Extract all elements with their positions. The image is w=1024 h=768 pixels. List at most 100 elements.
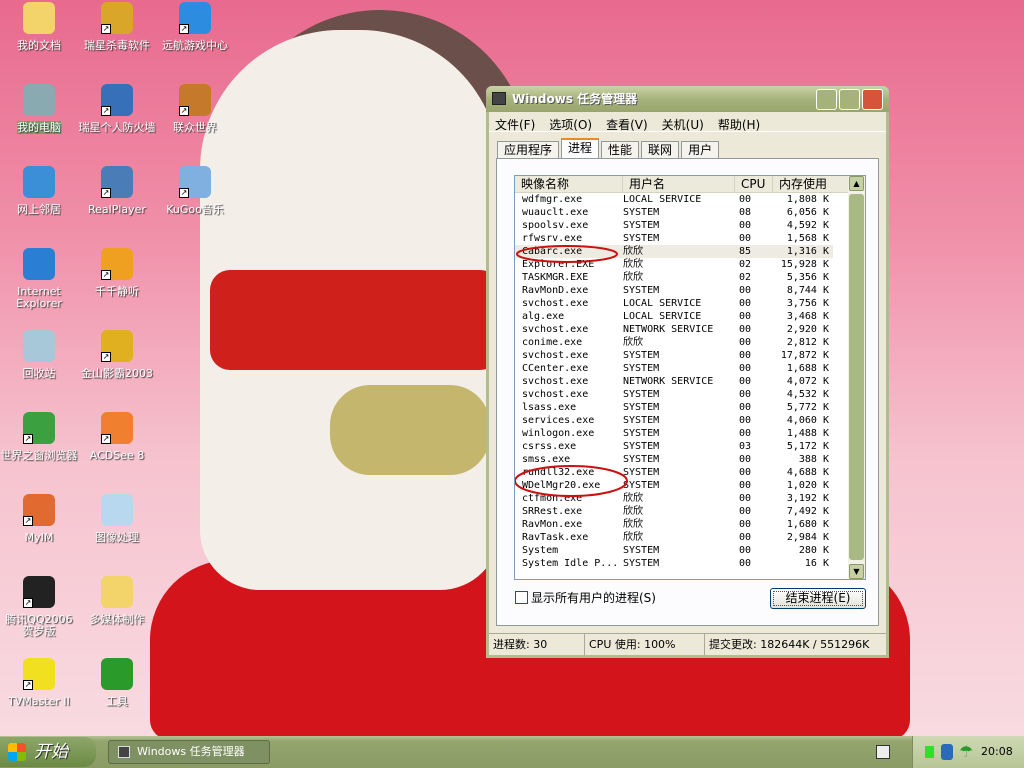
desktop-icon[interactable]: 网上邻居 bbox=[0, 166, 78, 216]
shortcut-arrow-icon: ↗ bbox=[101, 24, 111, 34]
wallpaper-band bbox=[330, 385, 490, 475]
desktop-icon[interactable]: 工具 bbox=[78, 658, 156, 708]
shortcut-arrow-icon: ↗ bbox=[179, 24, 189, 34]
house-icon: ↗ bbox=[179, 84, 211, 116]
desktop-icon[interactable]: ↗ TVMaster II bbox=[0, 658, 78, 708]
tvmaster-icon: ↗ bbox=[23, 658, 55, 690]
tab-applications[interactable]: 应用程序 bbox=[497, 141, 560, 159]
desktop-icon-label: 我的电脑 bbox=[17, 121, 61, 134]
annotation-layer bbox=[515, 245, 628, 497]
menu-shutdown[interactable]: 关机(U) bbox=[662, 116, 704, 132]
desktop-icon[interactable]: 多媒体制作 bbox=[78, 576, 156, 626]
tab-processes[interactable]: 进程 bbox=[561, 138, 600, 160]
windows-logo-icon bbox=[8, 743, 26, 761]
acdsee-icon: ↗ bbox=[101, 412, 133, 444]
keyboard-icon[interactable] bbox=[876, 745, 890, 759]
desktop-icon-label: 千千静听 bbox=[95, 285, 139, 298]
shortcut-arrow-icon: ↗ bbox=[23, 680, 33, 690]
wallpaper-scarf bbox=[210, 270, 500, 370]
status-process-count: 进程数: 30 bbox=[489, 634, 585, 655]
menu-file[interactable]: 文件(F) bbox=[495, 116, 535, 132]
tree-icon bbox=[101, 658, 133, 690]
desktop-icon[interactable]: ↗ 联众世界 bbox=[156, 84, 234, 134]
desktop-icon[interactable]: ↗ 远航游戏中心 bbox=[156, 2, 234, 52]
browser-icon: ↗ bbox=[23, 412, 55, 444]
tab-performance[interactable]: 性能 bbox=[601, 141, 640, 159]
film-icon: ↗ bbox=[101, 330, 133, 362]
desktop-icon[interactable]: ↗ 腾讯QQ2006贺岁版 bbox=[0, 576, 78, 638]
recycle-bin-icon bbox=[23, 330, 55, 362]
start-button[interactable]: 开始 bbox=[0, 737, 96, 767]
checkbox-box[interactable] bbox=[515, 591, 528, 604]
desktop-icon-label: 联众世界 bbox=[173, 121, 217, 134]
status-bar: 进程数: 30 CPU 使用: 100% 提交更改: 182644K / 551… bbox=[489, 633, 886, 655]
menu-view[interactable]: 查看(V) bbox=[606, 116, 648, 132]
desktop-icon[interactable]: ↗ 瑞星杀毒软件 bbox=[78, 2, 156, 52]
start-label: 开始 bbox=[34, 742, 68, 762]
clock[interactable]: 20:08 bbox=[981, 736, 1013, 768]
desktop-icon-label: 金山影霸2003 bbox=[81, 367, 153, 380]
desktop-icon-label: 工具 bbox=[106, 695, 128, 708]
folder-icon bbox=[23, 2, 55, 34]
desktop-icon[interactable]: ↗ 金山影霸2003 bbox=[78, 330, 156, 380]
tab-users[interactable]: 用户 bbox=[681, 141, 720, 159]
umbrella-tray-icon[interactable]: ☂ bbox=[959, 742, 973, 762]
shortcut-arrow-icon: ↗ bbox=[179, 188, 189, 198]
shortcut-arrow-icon: ↗ bbox=[101, 352, 111, 362]
shortcut-arrow-icon: ↗ bbox=[23, 434, 33, 444]
taskbar-task-manager-button[interactable]: Windows 任务管理器 bbox=[108, 740, 270, 764]
desktop-icon-label: KuGoo音乐 bbox=[166, 203, 224, 216]
system-tray: ☂ 20:08 bbox=[912, 736, 1024, 768]
desktop-icon[interactable]: ↗ MyIM bbox=[0, 494, 78, 544]
desktop-icon-label: RealPlayer bbox=[88, 203, 146, 216]
ie-icon bbox=[23, 248, 55, 280]
show-all-users-checkbox[interactable]: 显示所有用户的进程(S) bbox=[515, 589, 656, 606]
qq-penguin-icon: ↗ bbox=[23, 576, 55, 608]
media-folder-icon bbox=[101, 576, 133, 608]
lion-shield-icon: ↗ bbox=[101, 2, 133, 34]
desktop-icon[interactable]: ↗ 千千静听 bbox=[78, 248, 156, 298]
show-all-users-label: 显示所有用户的进程(S) bbox=[531, 591, 656, 605]
title-bar[interactable]: Windows 任务管理器 bbox=[486, 86, 889, 112]
desktop-icon[interactable]: ↗ ACDSee 8 bbox=[78, 412, 156, 462]
dolphin-icon: ↗ bbox=[179, 2, 211, 34]
process-list: 映像名称 用户名 CPU 内存使用 wdfmgr.exe LOCAL SERVIC… bbox=[514, 175, 866, 580]
desktop-icon-label: ACDSee 8 bbox=[89, 449, 145, 462]
network-icon bbox=[23, 166, 55, 198]
window-title: Windows 任务管理器 bbox=[512, 92, 638, 106]
menu-options[interactable]: 选项(O) bbox=[549, 116, 592, 132]
desktop-icon[interactable]: ↗ KuGoo音乐 bbox=[156, 166, 234, 216]
desktop-icon[interactable]: ↗ 瑞星个人防火墙 bbox=[78, 84, 156, 134]
realplayer-icon: ↗ bbox=[101, 166, 133, 198]
desktop-icon-label: 我的文档 bbox=[17, 39, 61, 52]
desktop-icon[interactable]: 我的文档 bbox=[0, 2, 78, 52]
pinwheel-icon: ↗ bbox=[23, 494, 55, 526]
maximize-button[interactable] bbox=[839, 89, 860, 110]
desktop-icon[interactable]: 我的电脑 bbox=[0, 84, 78, 134]
close-button[interactable] bbox=[862, 89, 883, 110]
desktop-icon-label: 腾讯QQ2006贺岁版 bbox=[5, 613, 73, 638]
desktop-icon-label: Internet Explorer bbox=[16, 285, 62, 310]
headphones-icon: ↗ bbox=[101, 248, 133, 280]
tab-networking[interactable]: 联网 bbox=[641, 141, 680, 159]
menu-help[interactable]: 帮助(H) bbox=[718, 116, 760, 132]
shortcut-arrow-icon: ↗ bbox=[179, 106, 189, 116]
desktop-icon[interactable]: 回收站 bbox=[0, 330, 78, 380]
desktop-icon-label: 瑞星个人防火墙 bbox=[78, 121, 156, 134]
end-process-button[interactable]: 结束进程(E) bbox=[770, 588, 866, 609]
shortcut-arrow-icon: ↗ bbox=[23, 516, 33, 526]
desktop-icon[interactable]: 图像处理 bbox=[78, 494, 156, 544]
desktop-icon[interactable]: ↗ RealPlayer bbox=[78, 166, 156, 216]
shortcut-arrow-icon: ↗ bbox=[101, 270, 111, 280]
firewall-tray-icon[interactable] bbox=[941, 744, 953, 760]
status-commit-charge: 提交更改: 182644K / 551296K bbox=[709, 638, 870, 651]
menu-bar: 文件(F) 选项(O) 查看(V) 关机(U) 帮助(H) bbox=[489, 112, 886, 132]
cpu-meter-icon[interactable] bbox=[925, 746, 934, 758]
shortcut-arrow-icon: ↗ bbox=[101, 188, 111, 198]
status-cpu-usage: CPU 使用: 100% bbox=[585, 634, 705, 655]
desktop-icon[interactable]: Internet Explorer bbox=[0, 248, 78, 310]
red-circle-annotation bbox=[516, 245, 618, 263]
minimize-button[interactable] bbox=[816, 89, 837, 110]
desktop-icon[interactable]: ↗ 世界之窗浏览器 bbox=[0, 412, 78, 462]
desktop-icon-label: 网上邻居 bbox=[17, 203, 61, 216]
